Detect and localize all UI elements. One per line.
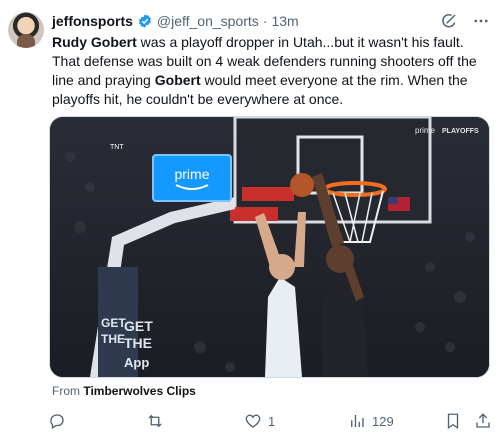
views-button[interactable]: 129	[348, 408, 394, 434]
reply-button[interactable]	[48, 408, 72, 434]
prime-screen-label: prime	[174, 166, 209, 182]
sign-text: GET	[124, 318, 153, 334]
action-bar: 1 129	[48, 408, 492, 434]
sign-text: App	[124, 355, 149, 370]
separator-dot: ·	[262, 13, 268, 29]
sign-text: GET	[101, 316, 126, 330]
author-handle[interactable]: @jeff_on_sports	[157, 13, 259, 29]
tweet-card[interactable]: jeffonsports @jeff_on_sports · 13m Rudy …	[0, 0, 500, 440]
like-icon	[244, 412, 262, 430]
sign-text: THE	[124, 335, 152, 351]
corner-badge: PLAYOFFS	[442, 128, 479, 135]
tnt-label: TNT	[110, 144, 124, 151]
verified-icon	[137, 13, 153, 29]
like-count: 1	[268, 413, 276, 429]
timestamp[interactable]: 13m	[271, 13, 298, 29]
bookmark-icon	[444, 412, 462, 430]
video-thumbnail[interactable]: prime GET THE GET THE App TNT prime PLAY…	[49, 116, 490, 378]
retweet-icon	[146, 412, 164, 430]
avatar[interactable]	[8, 12, 44, 48]
tweet-text: Rudy Gobert was a playoff dropper in Uta…	[52, 33, 488, 109]
views-count: 129	[372, 413, 394, 429]
share-icon	[474, 412, 492, 430]
views-icon	[348, 412, 366, 430]
basketball-scene: prime GET THE GET THE App TNT prime PLAY…	[50, 117, 489, 377]
text-segment[interactable]: Rudy Gobert	[52, 34, 137, 50]
text-segment[interactable]: Gobert	[155, 72, 201, 88]
header-actions	[440, 12, 490, 30]
more-icon[interactable]	[472, 12, 490, 30]
bookmark-button[interactable]	[444, 408, 462, 434]
share-button[interactable]	[474, 408, 492, 434]
from-prefix: From	[52, 384, 80, 398]
like-button[interactable]: 1	[244, 408, 275, 434]
from-attribution: From Timberwolves Clips	[52, 384, 196, 398]
from-source[interactable]: Timberwolves Clips	[83, 384, 195, 398]
corner-logo: prime	[415, 126, 436, 135]
retweet-button[interactable]	[146, 408, 170, 434]
grok-icon[interactable]	[440, 12, 458, 30]
reply-icon	[48, 412, 66, 430]
author-name[interactable]: jeffonsports	[52, 13, 133, 29]
sign-text: THE	[101, 332, 125, 346]
tweet-header: jeffonsports @jeff_on_sports · 13m	[52, 12, 299, 30]
